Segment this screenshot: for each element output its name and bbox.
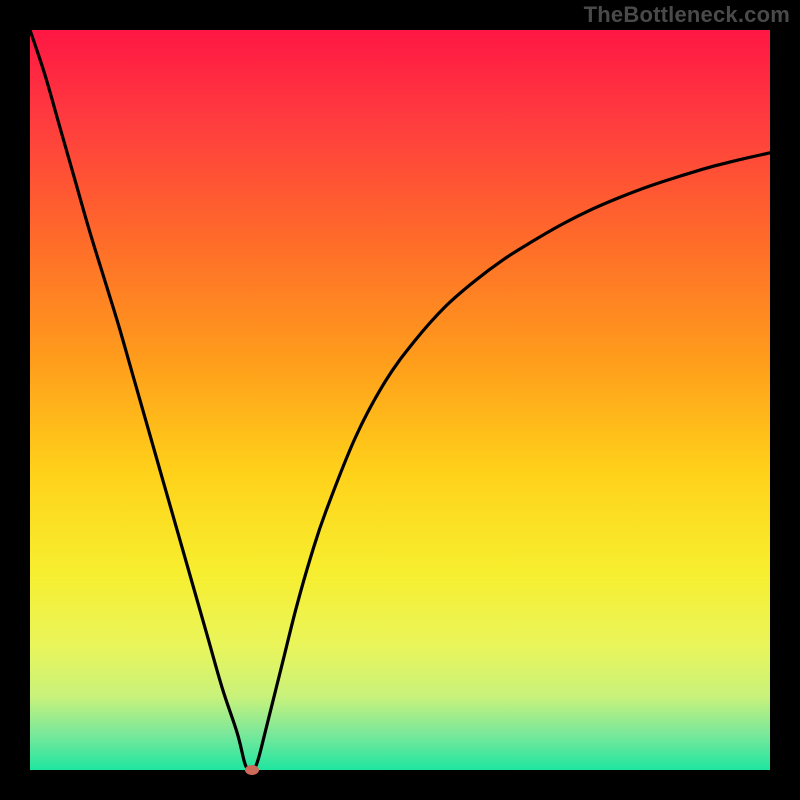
bottleneck-chart [0,0,800,800]
optimal-point-marker [245,765,259,775]
watermark-text: TheBottleneck.com [584,2,790,28]
chart-container: TheBottleneck.com [0,0,800,800]
